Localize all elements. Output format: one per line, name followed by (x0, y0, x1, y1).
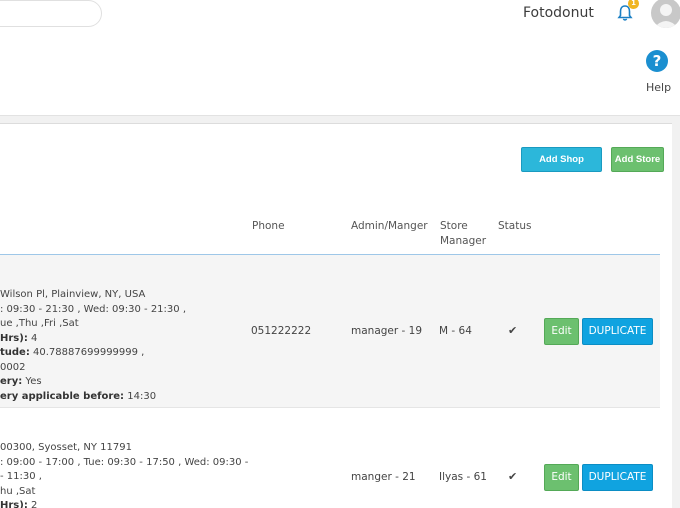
store-manager-cell: M - 64 (439, 325, 472, 337)
column-header-store-manager[interactable]: Store Manager (440, 219, 494, 249)
help-icon[interactable]: ? (646, 50, 668, 72)
table-row: 00300, Syosset, NY 11791 : 09:00 - 17:00… (0, 409, 660, 508)
duplicate-button[interactable]: DUPLICATE (582, 464, 653, 491)
user-name[interactable]: Fotodonut (523, 5, 594, 21)
edit-button[interactable]: Edit (544, 318, 579, 345)
store-address: 00300, Syosset, NY 11791 : 09:00 - 17:00… (0, 442, 249, 508)
admin-cell: manager - 19 (351, 325, 423, 337)
table-row: Wilson Pl, Plainview, NY, USA : 09:30 - … (0, 255, 660, 408)
column-header-admin[interactable]: Admin/Manger (351, 219, 428, 234)
stores-panel: Add Shop Bakers Add Store Phone Admin/Ma… (0, 123, 672, 508)
store-manager-cell: Ilyas - 61 (439, 471, 487, 483)
top-bar: Fotodonut 1 ? Help (0, 0, 680, 116)
column-header-phone[interactable]: Phone (252, 219, 285, 234)
edit-button[interactable]: Edit (544, 464, 579, 491)
add-store-button[interactable]: Add Store (611, 147, 664, 172)
column-header-status[interactable]: Status (498, 219, 531, 234)
help-label[interactable]: Help (646, 81, 671, 94)
user-avatar-icon[interactable] (651, 0, 680, 28)
add-shop-bakers-button[interactable]: Add Shop Bakers (521, 147, 602, 188)
search-input[interactable] (0, 0, 102, 27)
check-icon: ✔ (508, 470, 518, 483)
phone-cell: 051222222 (251, 325, 312, 337)
check-icon: ✔ (508, 324, 518, 337)
notification-badge: 1 (628, 0, 639, 9)
store-address: Wilson Pl, Plainview, NY, USA : 09:30 - … (0, 289, 186, 402)
duplicate-button[interactable]: DUPLICATE (582, 318, 653, 345)
admin-cell: manger - 21 (351, 471, 416, 483)
